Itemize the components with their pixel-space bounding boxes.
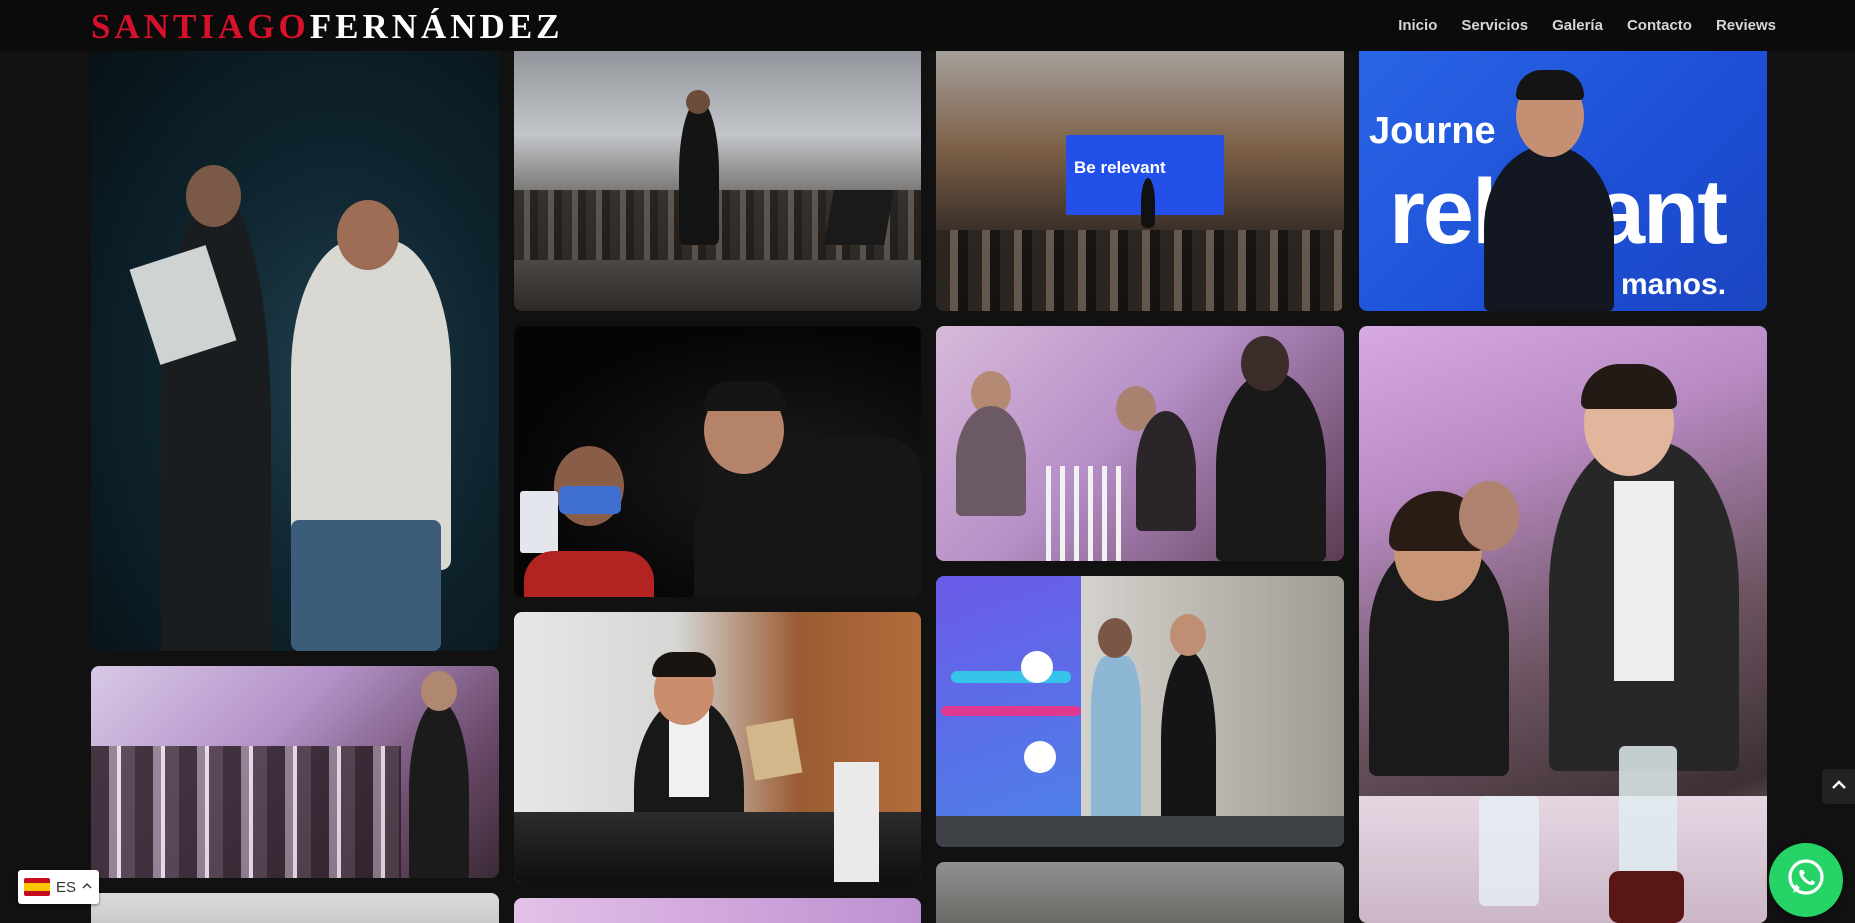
stage-screen-text: Be relevant — [1074, 158, 1166, 177]
gallery-photo-volunteer-stage[interactable] — [936, 576, 1344, 847]
chevron-up-icon — [1831, 778, 1847, 796]
backdrop-text-1: Journe — [1369, 110, 1496, 152]
back-to-top-button[interactable] — [1822, 769, 1855, 804]
site-header: SANTIAGO FERNÁNDEZ Inicio Servicios Galer… — [0, 0, 1855, 51]
nav-link-servicios[interactable]: Servicios — [1461, 17, 1528, 34]
whatsapp-button[interactable] — [1769, 843, 1843, 917]
nav-link-reviews[interactable]: Reviews — [1716, 17, 1776, 34]
gallery-photo-hall-audience[interactable] — [514, 40, 921, 311]
gallery-photo-dinner-applause[interactable] — [936, 326, 1344, 561]
chevron-up-icon — [82, 881, 92, 893]
main-nav: Inicio Servicios Galería Contacto Review… — [1398, 0, 1776, 51]
gallery-photo-stage-screen[interactable]: Be relevant — [936, 40, 1344, 311]
gallery-photo-partial-middle[interactable] — [514, 898, 921, 923]
backdrop-text-3: manos. — [1621, 268, 1727, 301]
whatsapp-icon — [1783, 855, 1829, 906]
gallery-photo-blue-backdrop-speaker[interactable]: Journe relevant manos. — [1359, 40, 1767, 311]
gallery-photo-stage-presentation[interactable] — [514, 612, 921, 883]
gallery-photo-partial-right[interactable] — [936, 862, 1344, 923]
language-code: ES — [56, 878, 77, 896]
gallery-photo-stage-card-reveal[interactable] — [91, 40, 499, 651]
logo-last-name: FERNÁNDEZ — [309, 7, 564, 46]
site-logo[interactable]: SANTIAGO FERNÁNDEZ — [91, 7, 564, 46]
nav-link-inicio[interactable]: Inicio — [1398, 17, 1437, 34]
gallery-photo-dinner-table-trick[interactable] — [1359, 326, 1767, 923]
gallery-photo-card-trick-spotlight[interactable] — [514, 326, 921, 597]
language-switcher[interactable]: ES — [18, 870, 99, 904]
nav-link-galeria[interactable]: Galería — [1552, 17, 1603, 34]
spain-flag-icon — [24, 878, 50, 896]
gallery-photo-partial-left[interactable] — [91, 893, 499, 923]
gallery-photo-dinner-room-wide[interactable] — [91, 666, 499, 878]
nav-link-contacto[interactable]: Contacto — [1627, 17, 1692, 34]
logo-first-name: SANTIAGO — [91, 7, 310, 46]
